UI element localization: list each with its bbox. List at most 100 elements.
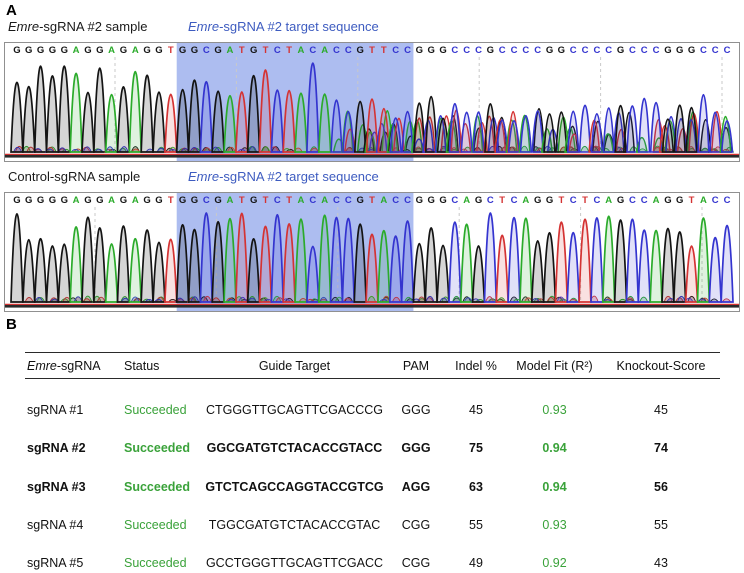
base-call-letter: T <box>381 45 387 56</box>
base-call-letter: C <box>392 195 399 206</box>
base-call-letter: A <box>108 195 115 206</box>
base-call-letter: T <box>263 45 269 56</box>
base-call-letter: C <box>629 45 636 56</box>
base-call-letter: C <box>724 45 731 56</box>
target-sequence-label-2: Emre-sgRNA #2 target sequence <box>188 169 379 184</box>
base-call-letter: G <box>356 195 363 206</box>
cell-status: Succeeded <box>122 506 202 544</box>
panel-a-label: A <box>6 2 17 19</box>
base-call-letter: C <box>570 195 577 206</box>
cell-indel: 63 <box>445 468 507 506</box>
base-call-letter: C <box>309 45 316 56</box>
chromatogram-trace: GGGGGAGGAGAGGTGGCGATGTCTACACCGTACCGGGCAG… <box>4 192 740 312</box>
base-call-letter: G <box>120 195 127 206</box>
sample-1-label-italic: Emre <box>8 19 39 34</box>
base-call-letter: G <box>155 45 162 56</box>
sample-2-label: Control-sgRNA sample <box>8 169 140 184</box>
base-call-letter: G <box>61 195 68 206</box>
sample-1-label-rest: -sgRNA #2 sample <box>39 19 147 34</box>
cell-pam: AGG <box>387 468 445 506</box>
base-call-letter: T <box>168 45 174 56</box>
base-call-letter: A <box>132 195 139 206</box>
cell-model-fit: 0.92 <box>507 544 602 573</box>
base-call-letter: C <box>274 195 281 206</box>
cell-status: Succeeded <box>122 468 202 506</box>
base-call-letter: C <box>404 195 411 206</box>
base-call-letter: G <box>439 195 446 206</box>
base-call-letter: G <box>617 195 624 206</box>
base-call-letter: G <box>676 195 683 206</box>
cell-knockout-score: 56 <box>602 468 720 506</box>
cell-knockout-score: 55 <box>602 506 720 544</box>
base-call-letter: A <box>700 195 707 206</box>
cell-model-fit: 0.94 <box>507 468 602 506</box>
header-sgrna-italic: Emre <box>27 359 57 373</box>
base-call-letter: T <box>168 195 174 206</box>
base-call-letter: G <box>416 45 423 56</box>
base-call-letter: G <box>179 45 186 56</box>
base-call-letter: G <box>356 45 363 56</box>
base-call-letter: G <box>143 45 150 56</box>
base-call-letter: A <box>380 195 387 206</box>
header-pam: PAM <box>387 353 445 379</box>
cell-guide-target: CTGGGTTGCAGTTCGACCCG <box>202 391 387 429</box>
base-call-letter: G <box>546 45 553 56</box>
base-call-letter: T <box>239 195 245 206</box>
base-call-letter: G <box>61 45 68 56</box>
base-call-letter: G <box>487 45 494 56</box>
base-call-letter: A <box>321 45 328 56</box>
base-call-letter: G <box>427 45 434 56</box>
chromatogram-sample: GGGGGAGGAGAGGTGGCGATGTCTACACCGTTCCGGGCCC… <box>4 42 740 162</box>
cell-sgrna-name: sgRNA #3 <box>25 468 122 506</box>
base-call-letter: G <box>416 195 423 206</box>
base-call-letter: A <box>298 45 305 56</box>
base-call-letter: G <box>84 45 91 56</box>
target-label-2-rest: -sgRNA #2 target sequence <box>219 169 379 184</box>
base-call-letter: A <box>108 45 115 56</box>
base-call-letter: G <box>534 195 541 206</box>
base-call-letter: G <box>49 195 56 206</box>
base-call-letter: T <box>286 45 292 56</box>
cell-knockout-score: 43 <box>602 544 720 573</box>
base-call-letter: G <box>427 195 434 206</box>
cell-sgrna-name: sgRNA #4 <box>25 506 122 544</box>
base-call-letter: C <box>582 45 589 56</box>
base-call-letter: G <box>143 195 150 206</box>
cell-sgrna-name: sgRNA #2 <box>25 429 122 467</box>
base-call-letter: G <box>688 45 695 56</box>
cell-pam: CGG <box>387 544 445 573</box>
base-call-letter: C <box>333 45 340 56</box>
base-call-letter: C <box>451 45 458 56</box>
base-call-letter: T <box>239 45 245 56</box>
base-call-letter: C <box>511 45 518 56</box>
chromatogram-trace: GGGGGAGGAGAGGTGGCGATGTCTACACCGTTCCGGGCCC… <box>4 42 740 162</box>
base-call-letter: C <box>570 45 577 56</box>
cell-sgrna-name: sgRNA #5 <box>25 544 122 573</box>
base-call-letter: G <box>96 45 103 56</box>
target-label-1-italic: Emre <box>188 19 219 34</box>
sample-2-label-rest: Control-sgRNA sample <box>8 169 140 184</box>
cell-knockout-score: 74 <box>602 429 720 467</box>
base-call-letter: G <box>250 45 257 56</box>
base-call-letter: T <box>263 195 269 206</box>
base-call-letter: G <box>37 195 44 206</box>
base-call-letter: G <box>617 45 624 56</box>
base-call-letter: G <box>475 195 482 206</box>
header-sgrna: Emre-sgRNA <box>25 353 122 379</box>
base-call-letter: C <box>534 45 541 56</box>
base-call-letter: C <box>712 45 719 56</box>
base-call-letter: A <box>321 195 328 206</box>
header-status: Status <box>122 353 202 379</box>
cell-pam: GGG <box>387 429 445 467</box>
cell-indel: 49 <box>445 544 507 573</box>
base-call-letter: A <box>73 45 80 56</box>
base-call-letter: C <box>274 45 281 56</box>
base-call-letter: C <box>641 45 648 56</box>
base-call-letter: A <box>605 195 612 206</box>
base-call-letter: G <box>191 45 198 56</box>
base-call-letter: C <box>499 45 506 56</box>
cell-guide-target: GTCTCAGCCAGGTACCGTCG <box>202 468 387 506</box>
cell-pam: GGG <box>387 391 445 429</box>
base-call-letter: C <box>700 45 707 56</box>
cell-model-fit: 0.93 <box>507 506 602 544</box>
